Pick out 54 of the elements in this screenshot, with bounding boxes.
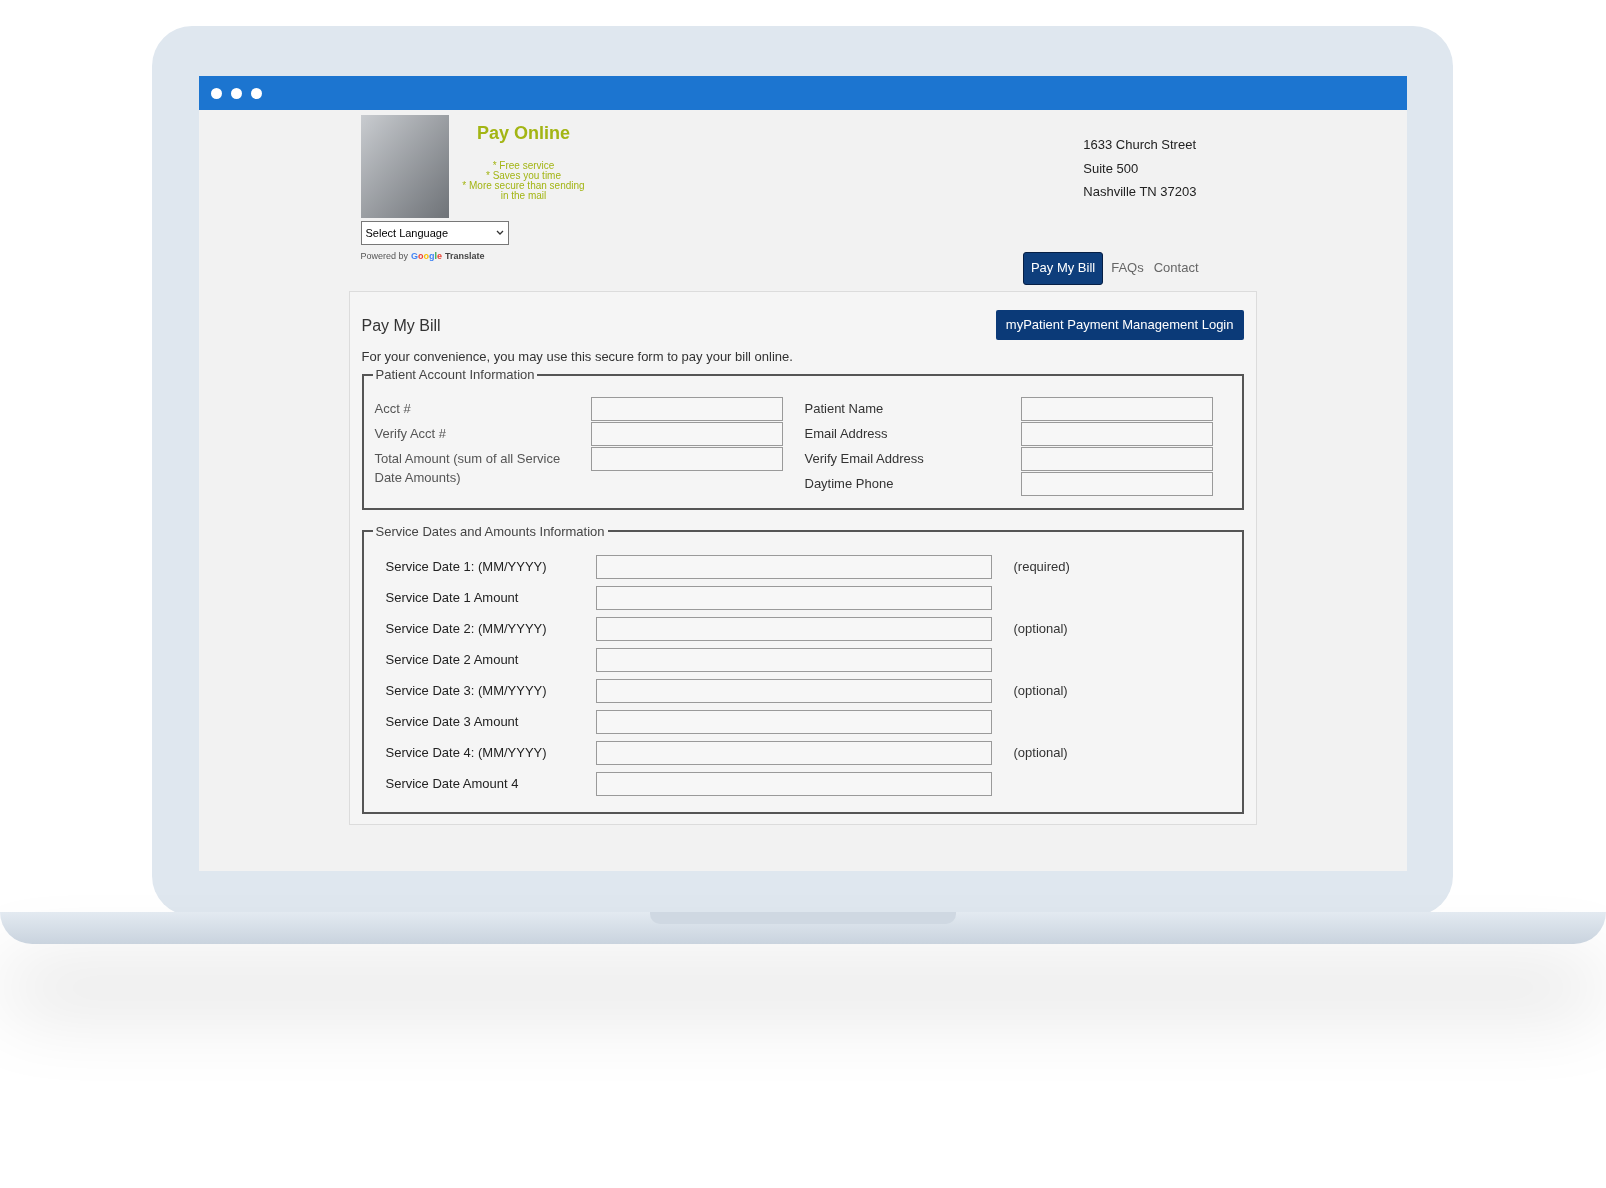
intro-text: For your convenience, you may use this secure form to pay your bill online.	[361, 347, 794, 366]
field-label: Verify Email Address	[804, 449, 924, 468]
nav-link[interactable]: FAQs	[1109, 251, 1146, 285]
field-label: Total Amount (sum of all Service Date Amounts)	[374, 449, 562, 487]
nav-link[interactable]: Contact	[1151, 251, 1201, 285]
panel-title: Pay My Bill	[361, 315, 441, 336]
benefit-text: * Free service	[492, 161, 555, 171]
field-label: Service Date 2: (MM/YYYY)	[385, 620, 548, 639]
field-label: Verify Acct #	[374, 424, 448, 443]
address-line: Nashville TN 37203	[1083, 183, 1197, 201]
promo-title: Pay Online	[476, 122, 570, 145]
field-label: Patient Name	[804, 399, 884, 418]
fieldset-legend: Patient Account Information	[372, 365, 538, 385]
text-field[interactable]	[595, 772, 992, 796]
fieldset-legend: Service Dates and Amounts Information	[372, 521, 608, 541]
field-label: Service Date 4: (MM/YYYY)	[385, 744, 548, 763]
nav-link[interactable]: Pay My Bill	[1022, 251, 1104, 285]
field-note: (optional)	[1013, 744, 1068, 763]
text-field[interactable]	[595, 617, 992, 641]
text-field[interactable]	[590, 446, 783, 471]
text-field[interactable]	[1020, 471, 1213, 496]
benefit-text: * More secure than sending in the mail	[461, 181, 586, 201]
text-field[interactable]	[590, 421, 783, 446]
field-label: Service Date 3 Amount	[385, 713, 520, 732]
text-field[interactable]	[595, 648, 992, 672]
text-field[interactable]	[595, 586, 992, 610]
text-field[interactable]	[1020, 421, 1213, 446]
field-note: (required)	[1013, 558, 1070, 577]
field-note: (optional)	[1013, 620, 1068, 639]
text-field[interactable]	[1020, 446, 1213, 471]
text-field[interactable]	[590, 396, 783, 421]
field-label: Service Date Amount 4	[385, 775, 520, 794]
field-note: (optional)	[1013, 682, 1068, 701]
powered-by-text: Powered by	[360, 250, 409, 263]
field-label: Service Date 1 Amount	[385, 589, 520, 608]
google-logo: Google	[411, 250, 443, 263]
field-label: Service Date 2 Amount	[385, 651, 520, 670]
translate-link[interactable]: Translate	[445, 250, 485, 264]
text-field[interactable]	[1020, 396, 1213, 421]
benefit-text: * Saves you time	[485, 171, 561, 181]
text-field[interactable]	[595, 555, 992, 579]
field-label: Daytime Phone	[804, 474, 894, 493]
field-label: Email Address	[804, 424, 888, 443]
login-button[interactable]: myPatient Payment Management Login	[995, 309, 1244, 340]
address-line: Suite 500	[1083, 159, 1140, 178]
language-select[interactable]: Select Language	[360, 221, 509, 245]
text-field[interactable]	[595, 741, 992, 765]
address-line: 1633 Church Street	[1083, 136, 1197, 154]
field-label: Service Date 3: (MM/YYYY)	[385, 682, 548, 701]
text-field[interactable]	[595, 710, 992, 734]
field-label: Service Date 1: (MM/YYYY)	[385, 558, 548, 577]
field-label: Acct #	[374, 399, 412, 418]
chevron-down-icon	[495, 230, 504, 236]
text-field[interactable]	[595, 679, 992, 703]
